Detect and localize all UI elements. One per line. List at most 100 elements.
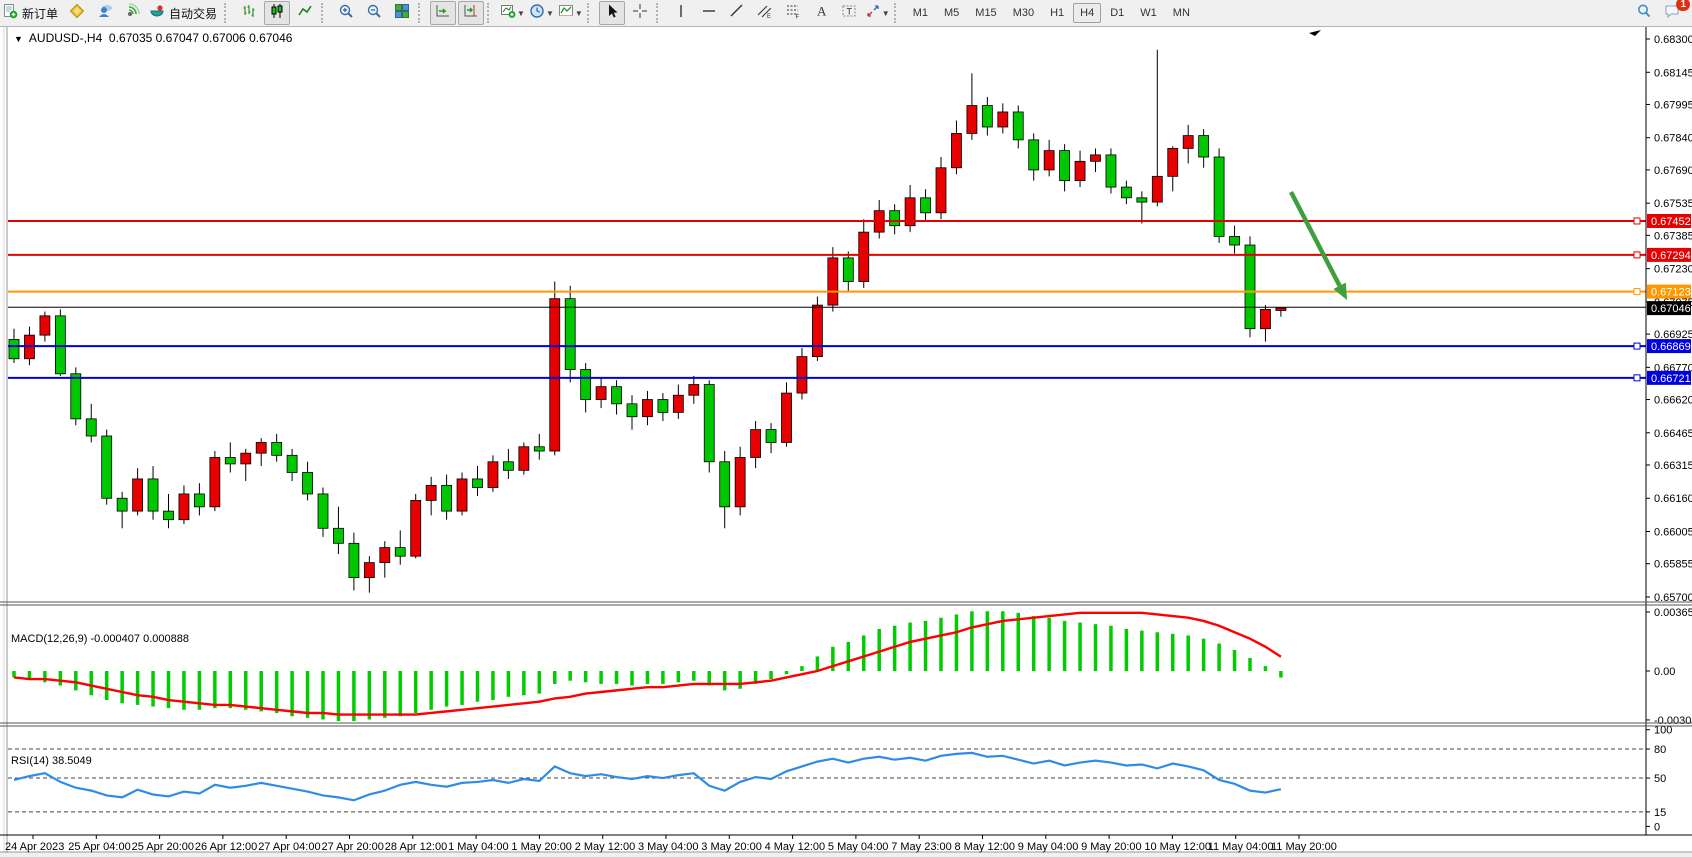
- trendline-button[interactable]: [724, 1, 750, 25]
- svg-text:0.67690: 0.67690: [1654, 165, 1692, 177]
- profiles-button[interactable]: ▼: [528, 1, 555, 25]
- timeframe-button-m15[interactable]: M15: [968, 3, 1003, 23]
- timeframe-button-m30[interactable]: M30: [1006, 3, 1041, 23]
- crosshair-button[interactable]: [627, 1, 653, 25]
- timeframe-button-w1[interactable]: W1: [1133, 3, 1164, 23]
- svg-text:4 May 12:00: 4 May 12:00: [765, 841, 826, 853]
- period-clock-icon: [529, 3, 545, 24]
- horizontal-line-button[interactable]: [696, 1, 722, 25]
- tile-windows-icon: [394, 3, 410, 24]
- bar-chart-button[interactable]: [236, 1, 262, 25]
- svg-text:26 Apr 12:00: 26 Apr 12:00: [195, 841, 257, 853]
- timeframe-button-d1[interactable]: D1: [1103, 3, 1131, 23]
- community-button[interactable]: [92, 1, 118, 25]
- trendline-icon: [729, 3, 745, 24]
- svg-text:0.67230: 0.67230: [1654, 264, 1692, 276]
- timeframe-button-mn[interactable]: MN: [1166, 3, 1197, 23]
- community-icon: [97, 3, 113, 24]
- svg-text:25 Apr 20:00: 25 Apr 20:00: [132, 841, 194, 853]
- line-handle[interactable]: [1634, 343, 1640, 349]
- line-chart-button[interactable]: [292, 1, 318, 25]
- svg-text:1 May 04:00: 1 May 04:00: [448, 841, 509, 853]
- line-handle[interactable]: [1634, 218, 1640, 224]
- svg-text:1 May 20:00: 1 May 20:00: [511, 841, 572, 853]
- timeframes-group: M1M5M15M30H1H4D1W1MN: [905, 0, 1198, 26]
- new-order-icon: [2, 3, 18, 24]
- toolbar-grip[interactable]: [894, 3, 903, 23]
- vline-icon: [673, 3, 689, 24]
- text-a-icon: A: [813, 3, 829, 24]
- channel-button[interactable]: E: [752, 1, 778, 25]
- svg-text:9 May 04:00: 9 May 04:00: [1018, 841, 1079, 853]
- line-handle[interactable]: [1634, 375, 1640, 381]
- new-chart-button[interactable]: ▼: [499, 1, 526, 25]
- toolbar-grip[interactable]: [224, 3, 233, 23]
- svg-text:0.65855: 0.65855: [1654, 559, 1692, 571]
- fibonacci-button[interactable]: F: [780, 1, 806, 25]
- auto-scroll-icon: [435, 3, 451, 24]
- timeframe-button-m5[interactable]: M5: [937, 3, 966, 23]
- rsi-indicator-label: RSI(14) 38.5049: [11, 755, 92, 767]
- new-order-button[interactable]: 新订单: [1, 1, 62, 25]
- cursor-button[interactable]: [599, 1, 625, 25]
- svg-text:0.66620: 0.66620: [1654, 395, 1692, 407]
- svg-text:E: E: [767, 14, 771, 19]
- svg-text:24 Apr 2023: 24 Apr 2023: [5, 841, 64, 853]
- svg-text:28 Apr 12:00: 28 Apr 12:00: [385, 841, 447, 853]
- line-handle[interactable]: [1634, 289, 1640, 295]
- text-label-icon: T: [841, 3, 857, 24]
- svg-text:9 May 20:00: 9 May 20:00: [1081, 841, 1142, 853]
- bars-chart-icon: [241, 3, 257, 24]
- svg-text:3 May 20:00: 3 May 20:00: [701, 841, 762, 853]
- channel-icon: E: [757, 3, 773, 24]
- chart-canvas[interactable]: 0.683000.681450.679950.678400.676900.675…: [0, 27, 1692, 857]
- timeframe-button-m1[interactable]: M1: [906, 3, 935, 23]
- toolbar-separator: [321, 3, 330, 23]
- chat-button[interactable]: 1: [1659, 1, 1685, 25]
- svg-text:0.66315: 0.66315: [1654, 460, 1692, 472]
- chevron-down-icon[interactable]: ▼: [546, 9, 554, 18]
- notification-badge: 1: [1676, 0, 1690, 11]
- candlestick-chart-button[interactable]: [264, 1, 290, 25]
- chart-shift-button[interactable]: [458, 1, 484, 25]
- arrows-button[interactable]: ▼: [864, 1, 891, 25]
- text-button[interactable]: A: [808, 1, 834, 25]
- indicators-icon: [558, 3, 574, 24]
- line-handle[interactable]: [1634, 252, 1640, 258]
- search-button[interactable]: [1631, 1, 1657, 25]
- line-chart-icon: [297, 3, 313, 24]
- text-label-button[interactable]: T: [836, 1, 862, 25]
- zoom-in-icon: [338, 3, 354, 24]
- timeframe-button-h1[interactable]: H1: [1043, 3, 1071, 23]
- chevron-down-icon[interactable]: ▼: [517, 9, 525, 18]
- auto-scroll-button[interactable]: [430, 1, 456, 25]
- metaeditor-button[interactable]: [64, 1, 90, 25]
- chevron-down-icon[interactable]: ▼: [575, 9, 583, 18]
- svg-text:0.66005: 0.66005: [1654, 527, 1692, 539]
- toolbar-separator: [418, 3, 427, 23]
- svg-text:27 Apr 04:00: 27 Apr 04:00: [258, 841, 320, 853]
- toolbar-grip[interactable]: [587, 3, 596, 23]
- timeframe-button-h4[interactable]: H4: [1073, 3, 1101, 23]
- macd-indicator-label: MACD(12,26,9) -0.000407 0.000888: [11, 633, 189, 645]
- chart-menu-triangle-icon[interactable]: ▼: [14, 34, 23, 44]
- svg-text:8 May 12:00: 8 May 12:00: [955, 841, 1016, 853]
- vertical-line-button[interactable]: [668, 1, 694, 25]
- application-window: 新订单 自动交易 ▼ ▼ ▼ E FAT ▼ M1M5M15M30H1H4D1W1MN 1…: [0, 0, 1692, 857]
- svg-text:0.66721: 0.66721: [1651, 373, 1691, 385]
- zoom-out-button[interactable]: [361, 1, 387, 25]
- signal-icon: [125, 3, 141, 24]
- svg-text:0: 0: [1654, 821, 1660, 833]
- chevron-down-icon[interactable]: ▼: [882, 9, 890, 18]
- svg-text:0.66869: 0.66869: [1651, 341, 1691, 353]
- zoom-in-button[interactable]: [333, 1, 359, 25]
- signals-button[interactable]: [120, 1, 146, 25]
- tile-windows-button[interactable]: [389, 1, 415, 25]
- indicators-button[interactable]: ▼: [557, 1, 584, 25]
- candles-chart-icon: [269, 3, 285, 24]
- svg-text:15: 15: [1654, 807, 1666, 819]
- auto-trading-button[interactable]: 自动交易: [148, 1, 221, 25]
- trade-toolbar-group: 新订单 自动交易: [0, 0, 222, 26]
- svg-text:7 May 23:00: 7 May 23:00: [891, 841, 952, 853]
- toolbar-separator: [487, 3, 496, 23]
